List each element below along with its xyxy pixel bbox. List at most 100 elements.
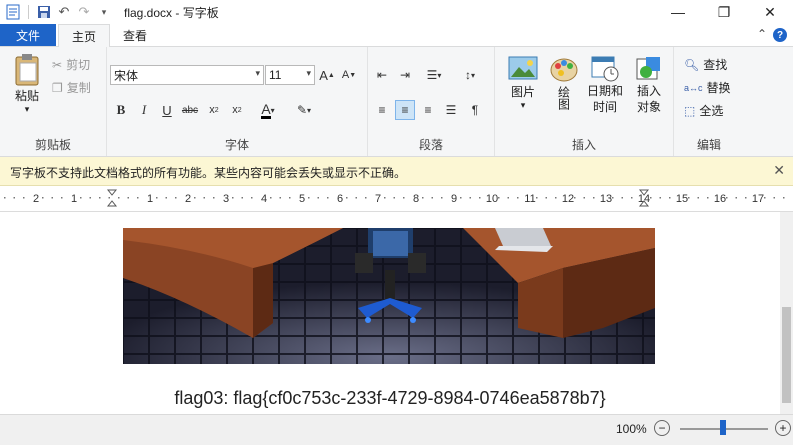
collapse-ribbon-icon[interactable]: ⌃: [757, 27, 767, 41]
bold-icon[interactable]: B: [111, 100, 131, 120]
tab-file[interactable]: 文件: [0, 24, 56, 46]
ruler-dot: [469, 197, 471, 199]
ruler-dot: [536, 197, 538, 199]
help-icon[interactable]: ?: [773, 28, 787, 42]
strikethrough-icon[interactable]: abc: [180, 100, 200, 120]
paste-button[interactable]: 粘贴 ▾: [8, 53, 46, 115]
cut-button[interactable]: ✂ 剪切: [52, 56, 90, 73]
minimize-icon[interactable]: —: [655, 0, 701, 24]
paste-dropdown-icon[interactable]: ▾: [25, 104, 30, 115]
separator: [28, 5, 29, 19]
paste-label: 粘贴: [14, 89, 39, 103]
zoom-slider-thumb[interactable]: [720, 420, 726, 435]
ruler-dot: [707, 197, 709, 199]
insert-group-label: 插入: [571, 138, 596, 152]
ruler-tick-label: 16: [714, 193, 726, 205]
bullet-list-icon[interactable]: ☰ ▾: [420, 65, 448, 85]
decrease-indent-icon[interactable]: ⇤: [372, 65, 392, 85]
grow-font-icon[interactable]: A ▲: [317, 65, 337, 85]
ruler-dot: [118, 197, 120, 199]
tab-view[interactable]: 查看: [112, 24, 158, 46]
align-right-icon[interactable]: ≡: [418, 100, 438, 120]
ruler-tick-label: 10: [486, 193, 498, 205]
undo-icon[interactable]: ↶: [55, 3, 73, 21]
ruler-dot: [764, 197, 766, 199]
customize-qat-icon[interactable]: ▾: [95, 3, 113, 21]
vertical-scrollbar[interactable]: [780, 212, 793, 414]
ruler-dot: [688, 197, 690, 199]
picture-dropdown-icon[interactable]: ▾: [521, 100, 526, 111]
paint-label: 绘图: [556, 86, 571, 110]
zoom-out-icon[interactable]: −: [654, 420, 670, 436]
ruler-tick-label: 7: [375, 193, 381, 205]
highlight-icon[interactable]: ✎ ▾: [289, 100, 319, 120]
paint-drawing-button[interactable]: 绘图: [547, 55, 581, 113]
picture-button[interactable]: 图片 ▾: [503, 55, 543, 111]
paragraph-group: ⇤ ⇥ ☰ ▾ ↕ ▾ ≡ ≡ ≡ ☰ ¶ 段落: [368, 47, 495, 156]
justify-icon[interactable]: ☰: [441, 100, 461, 120]
ruler-dot: [612, 197, 614, 199]
ruler-dot: [355, 197, 357, 199]
ruler-dot: [517, 197, 519, 199]
save-icon[interactable]: [35, 3, 53, 21]
find-label: 查找: [703, 58, 728, 72]
datetime-label: 日期和时间: [587, 84, 624, 114]
datetime-button[interactable]: 日期和时间: [583, 55, 627, 115]
ruler-tick-label: 6: [337, 193, 343, 205]
calendar-clock-icon: [591, 56, 619, 82]
insert-object-button[interactable]: 插入对象: [629, 55, 669, 115]
app-icon[interactable]: [4, 3, 22, 21]
select-all-icon: ⬚: [684, 103, 696, 118]
paste-icon: [15, 54, 39, 86]
line-spacing-icon[interactable]: ↕ ▾: [456, 65, 484, 85]
ruler-dot: [441, 197, 443, 199]
paragraph-settings-icon[interactable]: ¶: [465, 100, 485, 120]
ruler-dot: [555, 197, 557, 199]
align-left-icon[interactable]: ≡: [372, 100, 392, 120]
chevron-down-icon: ▾: [255, 68, 260, 78]
close-icon[interactable]: ✕: [747, 0, 793, 24]
compatibility-infobar: 写字板不支持此文档格式的所有功能。某些内容可能会丢失或显示不正确。 ✕: [0, 157, 793, 186]
ruler-dot: [745, 197, 747, 199]
tab-home[interactable]: 主页: [58, 24, 110, 48]
font-color-icon[interactable]: A ▾: [253, 100, 283, 120]
redo-icon[interactable]: ↷: [75, 3, 93, 21]
replace-label: 替换: [706, 81, 731, 95]
ruler[interactable]: 2 1 1 2 3 4 5 6 7 8 9 10 11 12 13 14 15 16 17: [0, 186, 793, 212]
maximize-icon[interactable]: ❐: [701, 0, 747, 24]
ruler-dot: [317, 197, 319, 199]
subscript-icon[interactable]: x2: [204, 100, 224, 120]
superscript-icon[interactable]: x2: [227, 100, 247, 120]
underline-icon[interactable]: U: [157, 100, 177, 120]
increase-indent-icon[interactable]: ⇥: [395, 65, 415, 85]
align-center-icon[interactable]: ≡: [395, 100, 415, 120]
copy-button[interactable]: ❐ 复制: [52, 79, 91, 96]
ribbon-tabs: 文件 主页 查看 ⌃ ?: [0, 24, 793, 48]
find-button[interactable]: 🔍︎ 查找: [684, 56, 727, 73]
replace-button[interactable]: a↔c 替换: [684, 79, 731, 96]
shrink-font-icon[interactable]: A ▼: [339, 65, 359, 85]
ruler-dot: [697, 197, 699, 199]
ruler-dot: [289, 197, 291, 199]
font-size-select[interactable]: 11 ▾: [265, 65, 315, 85]
close-icon[interactable]: ✕: [773, 162, 785, 179]
font-family-select[interactable]: 宋体 ▾: [110, 65, 264, 85]
zoom-in-icon[interactable]: +: [775, 420, 791, 436]
ruler-tick-label: 3: [223, 193, 229, 205]
ruler-dot: [574, 197, 576, 199]
ruler-dot: [251, 197, 253, 199]
ruler-dot: [479, 197, 481, 199]
ruler-tick-label: 2: [33, 193, 39, 205]
zoom-level: 100%: [616, 422, 647, 436]
ruler-dot: [108, 197, 110, 199]
scrollbar-thumb[interactable]: [782, 307, 791, 403]
ruler-dot: [431, 197, 433, 199]
ruler-tick-label: 9: [451, 193, 457, 205]
ruler-dot: [232, 197, 234, 199]
ruler-dot: [279, 197, 281, 199]
ruler-dot: [773, 197, 775, 199]
ruler-dot: [127, 197, 129, 199]
select-all-button[interactable]: ⬚ 全选: [684, 102, 723, 119]
document-area[interactable]: flag03: flag{cf0c753c-233f-4729-8984-074…: [0, 212, 780, 414]
italic-icon[interactable]: I: [134, 100, 154, 120]
